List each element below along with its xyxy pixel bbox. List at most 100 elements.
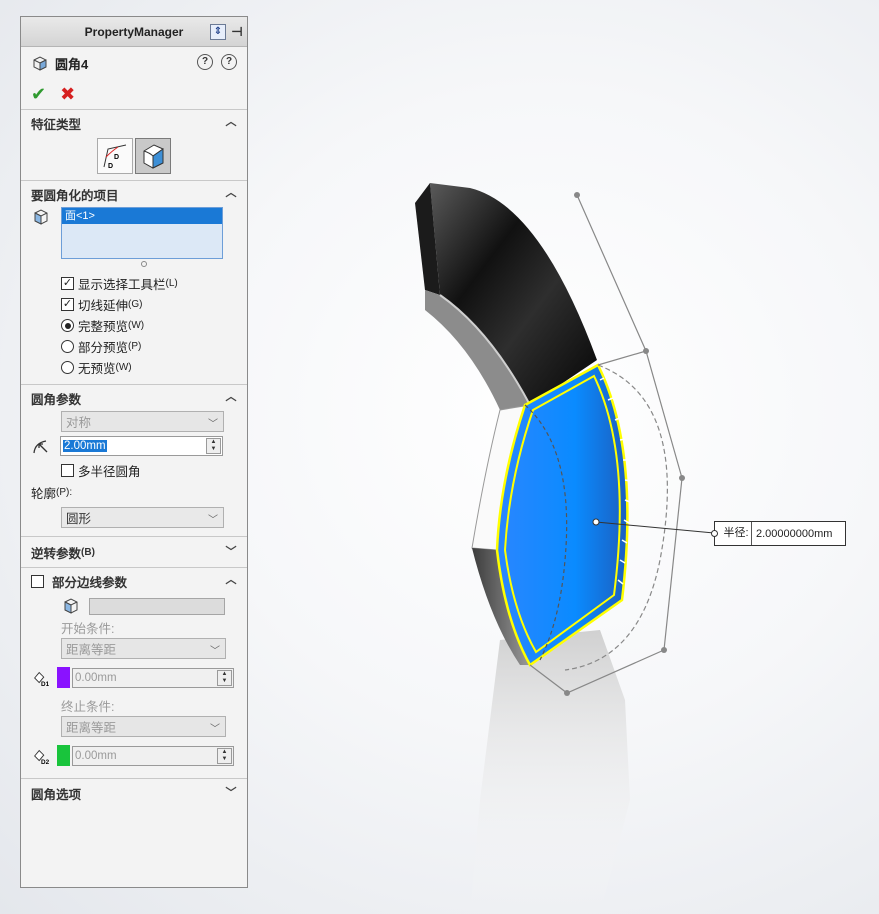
chevron-down-icon[interactable]: ﹀ — [225, 546, 237, 558]
list-item[interactable]: 面<1> — [62, 208, 222, 224]
end-condition-select[interactable]: 距离等距 ﹀ — [61, 716, 226, 737]
section-items-to-fillet: 要圆角化的项目 ︿ 面<1> ✓ 显示选择工具栏 (L) ✓ 切线延伸 (G) 完整… — [21, 180, 247, 378]
start-condition-value: 距离等距 — [66, 643, 117, 657]
section-header-fillet-params[interactable]: 圆角参数 ︿ — [21, 385, 247, 411]
profile-select[interactable]: 圆形 ﹀ — [61, 507, 224, 528]
tangent-propagation-option[interactable]: ✓ 切线延伸 (G) — [21, 294, 247, 315]
partial-preview-option[interactable]: 部分预览 (P) — [21, 336, 247, 357]
constant-size-fillet-button[interactable]: D D — [97, 138, 133, 174]
multi-radius-label: 多半径圆角 — [78, 465, 141, 479]
no-preview-radio[interactable] — [61, 361, 74, 374]
show-toolbar-accel: (L) — [165, 278, 178, 289]
section-header-partial-edge[interactable]: 部分边线参数 ︿ — [21, 568, 247, 594]
end-condition-value: 距离等距 — [66, 721, 117, 735]
svg-text:D: D — [114, 154, 119, 161]
partial-edge-checkbox[interactable] — [31, 574, 44, 588]
show-toolbar-label: 显示选择工具栏 — [78, 278, 166, 292]
help-icon[interactable]: ? — [221, 54, 237, 70]
end-condition-label: 终止条件: — [61, 699, 115, 714]
radius-input[interactable]: 2.00mm ▲ ▼ — [60, 436, 223, 456]
radius-icon — [33, 440, 48, 454]
partial-preview-radio[interactable] — [61, 340, 74, 353]
chevron-down-icon: ﹀ — [210, 724, 220, 735]
show-toolbar-option[interactable]: ✓ 显示选择工具栏 (L) — [21, 273, 247, 294]
cancel-button[interactable]: ✖ — [60, 85, 75, 103]
end-distance-input[interactable]: 0.00mm ▲ ▼ — [72, 745, 234, 766]
faces-selection-list[interactable]: 面<1> — [61, 207, 223, 259]
section-header-fillet-options[interactable]: 圆角选项 ﹀ — [21, 779, 247, 807]
floor-reflection — [470, 630, 630, 914]
multi-radius-option[interactable]: 多半径圆角 — [21, 460, 247, 481]
callout-value[interactable]: 2.00000000mm — [752, 528, 832, 540]
full-preview-option[interactable]: 完整预览 (W) — [21, 315, 247, 336]
start-distance-icon: D1 — [34, 671, 50, 688]
section-title: 要圆角化的项目 — [31, 188, 119, 203]
pm-header-title: PropertyManager — [84, 25, 184, 39]
start-condition-label: 开始条件: — [61, 621, 115, 636]
end-distance-icon: D2 — [34, 749, 50, 766]
section-header-feature-type[interactable]: 特征类型 ︿ — [21, 110, 247, 136]
section-title: 特征类型 — [31, 117, 82, 132]
section-setback-parameters: 逆转参数 (B) ﹀ — [21, 536, 247, 567]
ok-button[interactable]: ✔ — [31, 85, 46, 103]
face-fillet-button[interactable] — [135, 138, 171, 174]
list-resize-handle[interactable] — [141, 261, 147, 267]
tangent-label: 切线延伸 — [78, 299, 129, 313]
section-fillet-parameters: 圆角参数 ︿ 对称 ﹀ 2.00mm ▲ ▼ 多半径圆角 轮廓 (P): 圆形 … — [21, 384, 247, 528]
chevron-down-icon: ﹀ — [208, 419, 218, 430]
edge-selection-box[interactable] — [89, 597, 225, 615]
svg-text:D1: D1 — [41, 681, 50, 688]
upper-block-top — [430, 183, 597, 405]
expand-panel-icon[interactable]: ⇕ — [210, 24, 226, 40]
tangent-propagation-checkbox[interactable]: ✓ — [61, 298, 74, 311]
full-preview-label: 完整预览 — [78, 320, 129, 334]
start-distance-input[interactable]: 0.00mm ▲ ▼ — [72, 667, 234, 688]
chevron-up-icon[interactable]: ︿ — [225, 187, 237, 199]
no-preview-option[interactable]: 无预览 (W) — [21, 357, 247, 378]
whats-wrong-icon[interactable]: ? — [197, 54, 213, 70]
callout-label: 半径: — [715, 522, 752, 545]
no-preview-label: 无预览 — [78, 362, 116, 376]
start-distance-spinner[interactable]: ▲ ▼ — [217, 669, 232, 686]
start-color-swatch — [57, 667, 70, 688]
radius-value[interactable]: 2.00mm — [63, 440, 107, 452]
start-condition-select[interactable]: 距离等距 ﹀ — [61, 638, 226, 659]
section-header-items[interactable]: 要圆角化的项目 ︿ — [21, 181, 247, 207]
fillet-method-select[interactable]: 对称 ﹀ — [61, 411, 224, 432]
section-title: 部分边线参数 — [52, 575, 128, 590]
no-preview-accel: (W) — [115, 362, 132, 373]
radius-callout[interactable]: 半径: 2.00000000mm — [711, 521, 846, 546]
profile-label: 轮廓 — [31, 486, 57, 501]
radius-spinner[interactable]: ▲ ▼ — [206, 438, 221, 454]
profile-accel: (P): — [56, 486, 73, 498]
chevron-down-icon: ﹀ — [210, 646, 220, 657]
start-distance-value: 0.00mm — [75, 671, 117, 684]
end-color-swatch — [57, 745, 70, 766]
svg-text:D: D — [108, 163, 113, 170]
constant-size-fillet-icon: D D — [103, 144, 127, 170]
end-distance-spinner[interactable]: ▲ ▼ — [217, 747, 232, 764]
chevron-up-icon[interactable]: ︿ — [225, 574, 237, 586]
full-preview-radio[interactable] — [61, 319, 74, 332]
section-feature-type: 特征类型 ︿ D D — [21, 109, 247, 180]
tangent-accel: (G) — [128, 299, 143, 310]
section-header-setback[interactable]: 逆转参数 (B) ﹀ — [21, 537, 247, 567]
pm-header: PropertyManager ⇕ ⊣ — [21, 17, 247, 47]
section-title: 圆角参数 — [31, 392, 82, 407]
face-fillet-icon — [143, 144, 164, 169]
pin-icon[interactable]: ⊣ — [230, 24, 244, 40]
fillet-feature-icon — [33, 56, 47, 71]
property-manager: PropertyManager ⇕ ⊣ 圆角4 ? ? ✔ ✖ 特征类型 ︿ D… — [20, 16, 248, 888]
multi-radius-checkbox[interactable] — [61, 464, 74, 477]
partial-preview-label: 部分预览 — [78, 341, 129, 355]
chevron-up-icon[interactable]: ︿ — [225, 116, 237, 128]
face-selection-icon — [34, 209, 48, 225]
show-toolbar-checkbox[interactable]: ✓ — [61, 277, 74, 290]
partial-preview-accel: (P) — [128, 341, 142, 352]
profile-value: 圆形 — [66, 512, 92, 526]
full-preview-accel: (W) — [128, 320, 145, 331]
chevron-up-icon[interactable]: ︿ — [225, 391, 237, 403]
chevron-down-icon: ﹀ — [208, 515, 218, 526]
chevron-down-icon[interactable]: ﹀ — [225, 787, 237, 799]
section-title: 圆角选项 — [31, 787, 82, 802]
